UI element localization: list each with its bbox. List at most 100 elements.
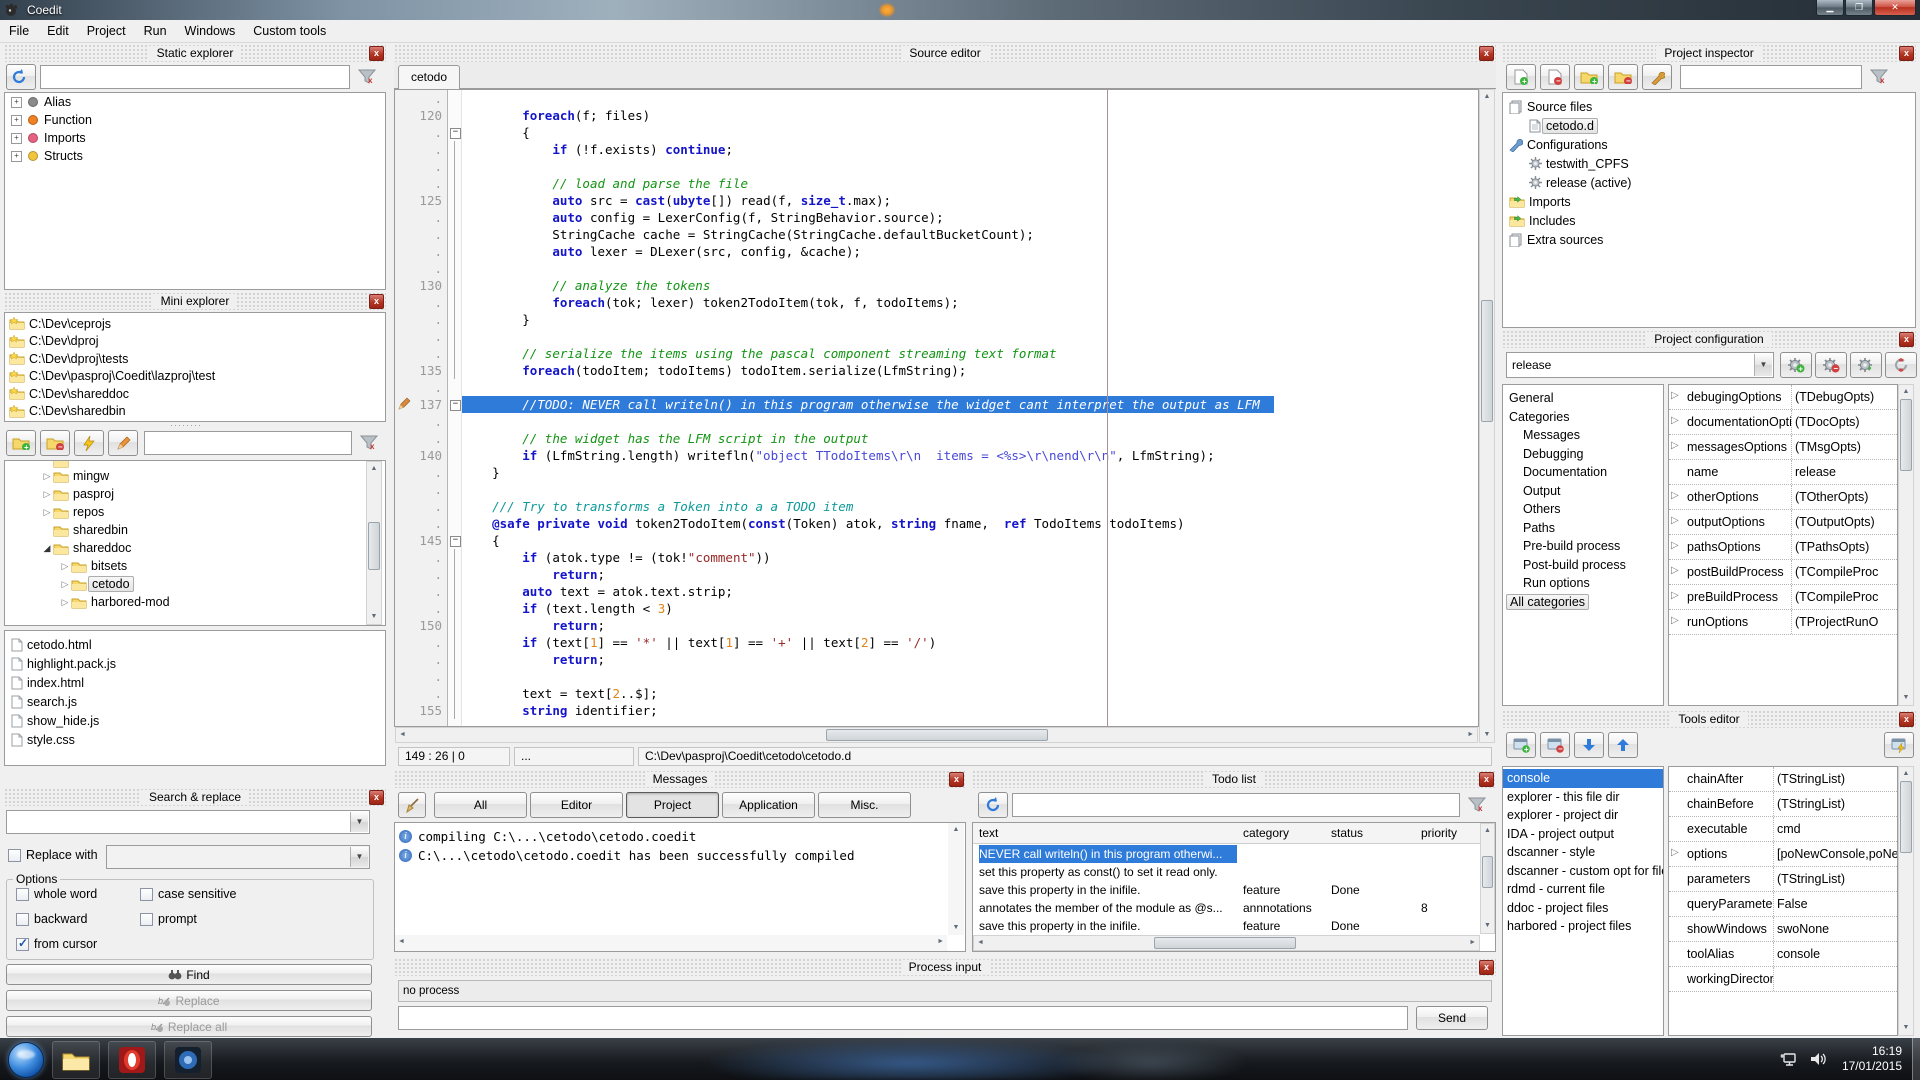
property-row[interactable]: ▷options[poNewConsole,poNew — [1669, 842, 1897, 867]
property-row[interactable]: chainBefore(TStringList) — [1669, 792, 1897, 817]
filter-clear-icon[interactable]: x — [354, 65, 380, 89]
expand-icon[interactable]: + — [11, 115, 22, 126]
tool-item[interactable]: IDA - project output — [1503, 825, 1663, 844]
property-value[interactable]: cmd — [1777, 817, 1897, 841]
minimize-button[interactable]: ▁ — [1816, 0, 1844, 16]
tool-item[interactable]: rdmd - current file — [1503, 880, 1663, 899]
category-run-options[interactable]: Run options — [1503, 574, 1663, 593]
todo-table[interactable]: textcategorystatuspriority NEVER call wr… — [972, 822, 1496, 952]
folder-item-bitsets[interactable]: ▷bitsets — [5, 557, 385, 575]
todo-column-priority[interactable]: priority — [1421, 824, 1467, 842]
add-favorite-button[interactable]: + — [6, 430, 36, 456]
move-tool-down-button[interactable] — [1574, 732, 1604, 758]
fold-collapse-icon[interactable]: − — [450, 128, 461, 139]
todo-filter-input[interactable] — [1012, 793, 1460, 817]
code-line[interactable]: } — [462, 464, 1478, 481]
code-line[interactable]: auto config = LexerConfig(f, StringBehav… — [462, 209, 1478, 226]
messages-filter-application[interactable]: Application — [722, 792, 815, 818]
project-item-imports[interactable]: Imports — [1503, 192, 1915, 211]
code-line[interactable]: @safe private void token2TodoItem(const(… — [462, 515, 1478, 532]
volume-icon[interactable] — [1810, 1051, 1828, 1067]
folder-item[interactable] — [5, 460, 385, 467]
process-input-field[interactable] — [398, 1006, 1408, 1030]
clone-config-button[interactable] — [1850, 352, 1882, 378]
code-line[interactable]: if (LfmString.length) writefln("object T… — [462, 447, 1478, 464]
property-value[interactable]: release — [1795, 460, 1897, 484]
network-icon[interactable] — [1780, 1051, 1798, 1067]
code-line[interactable] — [462, 90, 1478, 107]
taskbar-clock[interactable]: 16:19 17/01/2015 — [1842, 1044, 1902, 1074]
inspector-filter-input[interactable] — [1680, 65, 1862, 89]
code-line[interactable]: return; — [462, 566, 1478, 583]
messages-filter-misc[interactable]: Misc. — [818, 792, 911, 818]
whole-word-checkbox[interactable] — [16, 888, 29, 901]
code-line[interactable]: foreach(todoItem; todoItems) todoItem.se… — [462, 362, 1478, 379]
code-line[interactable]: { — [462, 124, 1478, 141]
project-item-release-active-[interactable]: release (active) — [1503, 173, 1915, 192]
todo-cell[interactable]: Done — [1331, 917, 1417, 935]
maximize-button[interactable]: ❐ — [1845, 0, 1873, 16]
code-line[interactable] — [462, 379, 1478, 396]
filter-clear-icon[interactable]: x — [1464, 793, 1490, 817]
code-line[interactable] — [462, 328, 1478, 345]
backward-checkbox[interactable] — [16, 913, 29, 926]
menu-project[interactable]: Project — [78, 21, 135, 41]
edit-path-button[interactable] — [108, 430, 138, 456]
tree-item-function[interactable]: +Function — [5, 111, 385, 129]
code-line[interactable]: } — [462, 311, 1478, 328]
replace-with-checkbox[interactable] — [8, 849, 21, 862]
expand-icon[interactable]: ▷ — [1671, 440, 1679, 451]
tool-property-grid[interactable]: chainAfter(TStringList)chainBefore(TStri… — [1668, 766, 1898, 1036]
tab-cetodo[interactable]: cetodo — [398, 65, 460, 91]
folder-item-pasproj[interactable]: ▷pasproj — [5, 485, 385, 503]
code-line[interactable] — [462, 260, 1478, 277]
current-line[interactable]: //TODO: NEVER call writeln() in this pro… — [462, 396, 1274, 413]
property-row[interactable]: ▷preBuildProcess(TCompileProc — [1669, 585, 1897, 610]
todo-column-category[interactable]: category — [1243, 824, 1327, 842]
property-row[interactable]: ▷postBuildProcess(TCompileProc — [1669, 560, 1897, 585]
code-line[interactable]: // serialize the items using the pascal … — [462, 345, 1478, 362]
favorite-folder[interactable]: C:\Dev\shareddoc — [5, 385, 385, 403]
start-button[interactable] — [8, 1042, 44, 1078]
category-others[interactable]: Others — [1503, 500, 1663, 519]
category-debugging[interactable]: Debugging — [1503, 445, 1663, 464]
property-value[interactable]: (TProjectRunO — [1795, 610, 1897, 634]
file-item[interactable]: show_hide.js — [5, 711, 385, 730]
expand-icon[interactable]: ▷ — [1671, 490, 1679, 501]
code-line[interactable]: string identifier; — [462, 702, 1478, 719]
code-area[interactable]: foreach(f; files) { if (!f.exists) conti… — [462, 90, 1478, 726]
messages-filter-all[interactable]: All — [434, 792, 527, 818]
todo-cell[interactable]: set this property as const() to set it r… — [979, 863, 1237, 881]
project-options-button[interactable] — [1642, 64, 1672, 90]
category-documentation[interactable]: Documentation — [1503, 463, 1663, 482]
expander-icon[interactable]: ▷ — [59, 579, 71, 590]
todo-cell[interactable]: annotates the member of the module as @s… — [979, 899, 1237, 917]
folder-item-shareddoc[interactable]: ◢shareddoc — [5, 539, 385, 557]
property-row[interactable]: ▷outputOptions(TOutputOpts) — [1669, 510, 1897, 535]
category-paths[interactable]: Paths — [1503, 519, 1663, 538]
message-item[interactable]: iC:\...\cetodo\cetodo.coedit has been su… — [395, 846, 965, 865]
taskbar-opera-button[interactable] — [108, 1041, 156, 1079]
todo-column-status[interactable]: status — [1331, 824, 1417, 842]
tool-item[interactable]: explorer - this file dir — [1503, 788, 1663, 807]
tool-grid-scrollbar[interactable]: ▲ ▼ — [1898, 766, 1914, 1036]
code-line[interactable]: foreach(tok; lexer) token2TodoItem(tok, … — [462, 294, 1478, 311]
property-row[interactable]: queryParametersFalse — [1669, 892, 1897, 917]
clear-messages-button[interactable] — [398, 792, 426, 818]
add-tool-button[interactable]: + — [1506, 732, 1536, 758]
editor-hscrollbar[interactable]: ◄ ► — [395, 727, 1478, 743]
expand-icon[interactable]: ▷ — [1671, 590, 1679, 601]
code-line[interactable]: if (!f.exists) continue; — [462, 141, 1478, 158]
fold-collapse-icon[interactable]: − — [450, 400, 461, 411]
todo-cell[interactable]: NEVER call writeln() in this program oth… — [979, 845, 1237, 863]
config-property-grid[interactable]: ▷debugingOptions(TDebugOpts)▷documentati… — [1668, 384, 1898, 706]
tool-item[interactable]: console — [1503, 769, 1663, 788]
property-value[interactable]: False — [1777, 892, 1897, 916]
filter-clear-icon[interactable]: x — [356, 431, 382, 455]
property-value[interactable]: (TDocOpts) — [1795, 410, 1897, 434]
expand-icon[interactable]: ▷ — [1671, 515, 1679, 526]
code-line[interactable] — [462, 668, 1478, 685]
favorite-folder[interactable]: C:\Dev\dproj — [5, 333, 385, 351]
all-categories-button[interactable]: All categories — [1503, 593, 1663, 612]
property-value[interactable]: (TOtherOpts) — [1795, 485, 1897, 509]
